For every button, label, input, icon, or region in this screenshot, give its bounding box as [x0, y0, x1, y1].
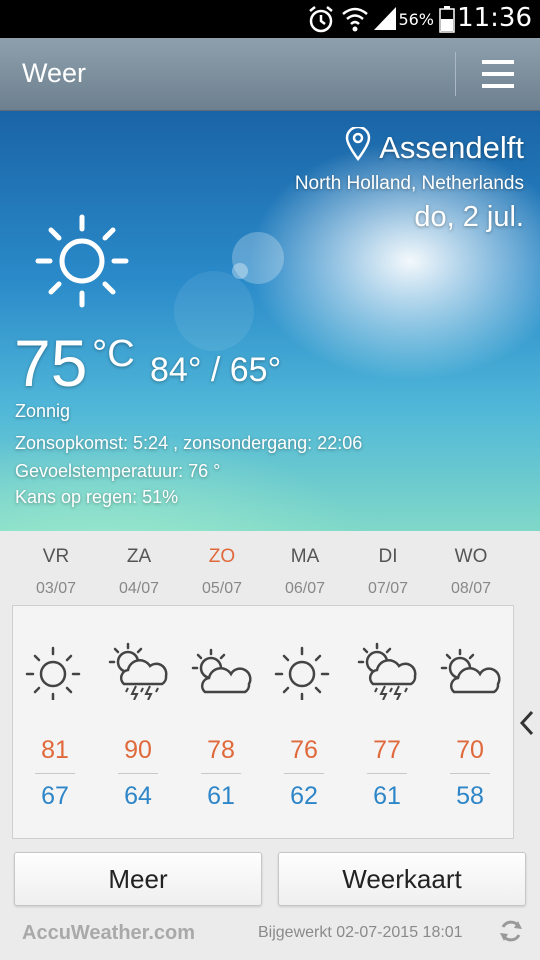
condition-label: Zonnig [15, 401, 71, 421]
divider [118, 773, 158, 774]
forecast-high: 76 [290, 736, 318, 764]
divider [201, 773, 241, 774]
forecast-high: 77 [373, 736, 401, 764]
clock: 11:36 [457, 3, 532, 33]
day-name: WO [454, 546, 488, 567]
day-date: 04/07 [118, 580, 160, 597]
day-name: MA [290, 546, 320, 567]
forecast-high: 70 [456, 736, 484, 764]
forecast-low: 61 [207, 782, 235, 810]
day-date: 05/07 [201, 580, 243, 597]
day-name: VR [42, 546, 70, 567]
day-header: ZA 04/07 [97, 540, 181, 598]
battery-percent: 56% [398, 10, 434, 29]
forecast-low: 61 [373, 782, 401, 810]
current-weather-panel: Assendelft North Holland, Netherlands do… [0, 111, 540, 531]
day-name: ZO [208, 546, 236, 567]
day-name: DI [378, 546, 398, 567]
thunderstorm-icon [357, 642, 417, 700]
alarm-icon [309, 6, 333, 33]
sunrise-sunset: Zonsopkomst: 5:24 , zonsondergang: 22:06 [15, 433, 363, 453]
forecast-day[interactable]: 77 61 [345, 606, 429, 838]
weather-map-button[interactable]: Weerkaart [278, 852, 526, 906]
forecast-high: 81 [41, 736, 69, 764]
forecast-low: 58 [456, 782, 484, 810]
forecast-panel[interactable]: 81 67 90 64 78 61 76 62 77 61 70 58 [12, 605, 514, 839]
forecast-day[interactable]: 90 64 [96, 606, 180, 838]
chevron-left-icon[interactable] [518, 708, 536, 738]
forecast-low: 64 [124, 782, 152, 810]
high-low-temperature: 84° / 65° [150, 351, 282, 389]
day-header: ZO 05/07 [180, 540, 264, 598]
partly-cloudy-icon [191, 648, 252, 694]
divider [367, 773, 407, 774]
menu-icon[interactable] [480, 56, 516, 92]
location-name[interactable]: Assendelft [345, 125, 524, 166]
day-date: 07/07 [367, 580, 409, 597]
forecast-day[interactable]: 78 61 [179, 606, 263, 838]
forecast-high: 78 [207, 736, 235, 764]
battery-icon [439, 6, 455, 33]
forecast-low: 62 [290, 782, 318, 810]
signal-icon [374, 7, 396, 30]
forecast-day-headers: VR 03/07 ZA 04/07 ZO 05/07 MA 06/07 DI 07/07 … [0, 540, 540, 600]
last-updated: Bijgewerkt 02-07-2015 18:01 [258, 924, 463, 941]
day-header: MA 06/07 [263, 540, 347, 598]
date-label: do, 2 jul. [414, 201, 524, 233]
app-bar-divider [455, 52, 456, 96]
day-header: DI 07/07 [346, 540, 430, 598]
divider [284, 773, 324, 774]
refresh-icon[interactable] [498, 918, 524, 944]
location-pin-icon [345, 125, 371, 162]
status-bar: 56% 11:36 [0, 0, 540, 38]
day-header: WO 08/07 [429, 540, 513, 598]
divider [35, 773, 75, 774]
forecast-low: 67 [41, 782, 69, 810]
sun-icon [274, 646, 330, 700]
current-temperature: 75 [14, 326, 88, 400]
more-button[interactable]: Meer [14, 852, 262, 906]
day-date: 08/07 [450, 580, 492, 597]
temperature-unit[interactable]: °C [92, 333, 135, 376]
divider [450, 773, 490, 774]
partly-cloudy-icon [440, 648, 501, 694]
thunderstorm-icon [108, 642, 168, 700]
forecast-day[interactable]: 81 67 [13, 606, 97, 838]
accuweather-logo[interactable]: AccuWeather.com [22, 922, 195, 945]
day-name: ZA [126, 546, 152, 567]
wifi-icon [342, 7, 368, 32]
app-title: Weer [22, 58, 87, 88]
day-header: VR 03/07 [14, 540, 98, 598]
location-label: Assendelft [379, 130, 524, 165]
forecast-day[interactable]: 70 58 [428, 606, 512, 838]
forecast-day[interactable]: 76 62 [262, 606, 346, 838]
forecast-high: 90 [124, 736, 152, 764]
sun-icon [25, 646, 81, 700]
app-bar: Weer [0, 38, 540, 111]
rain-chance: Kans op regen: 51% [15, 487, 179, 507]
day-date: 06/07 [284, 580, 326, 597]
feels-like: Gevoelstemperatuur: 76 ° [15, 461, 221, 481]
sun-icon [35, 214, 129, 308]
day-date: 03/07 [35, 580, 77, 597]
region-label: North Holland, Netherlands [294, 173, 524, 194]
